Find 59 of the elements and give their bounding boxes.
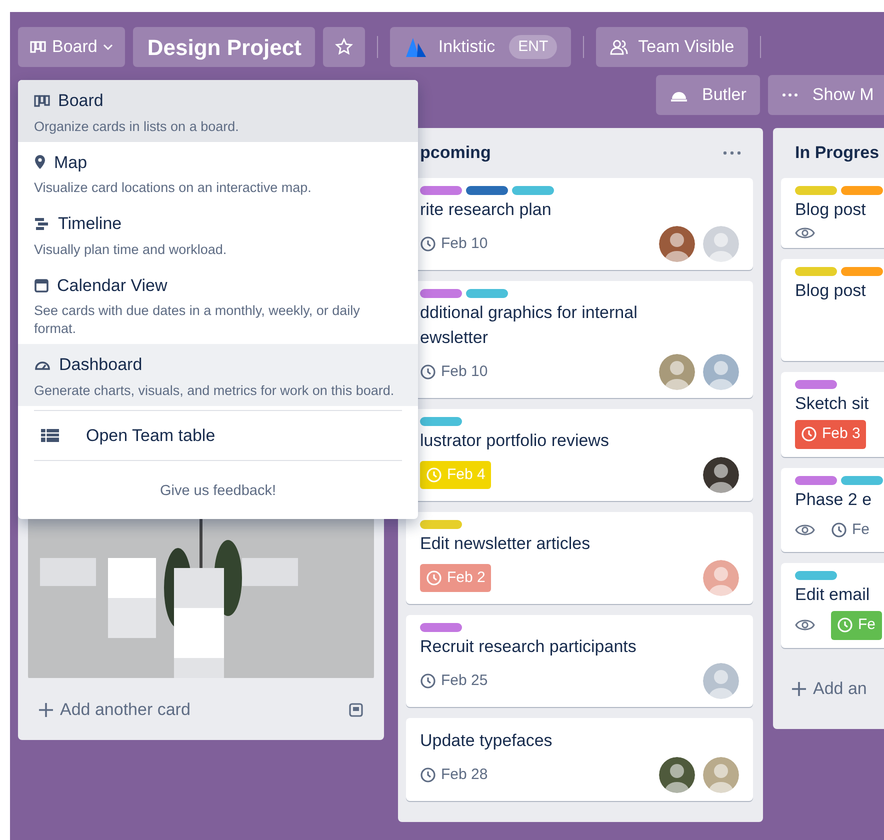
gauge-icon <box>34 358 51 371</box>
card[interactable]: Edit newsletter articles Feb 2 <box>406 512 753 604</box>
card-title: lustrator portfolio reviews <box>420 430 610 452</box>
due-date[interactable]: Feb 25 <box>420 666 494 696</box>
card-title: Sketch sit <box>795 393 870 415</box>
card-title: dditional graphics for internal ewsletter <box>420 302 638 349</box>
card-title: rite research plan <box>420 199 552 221</box>
due-date[interactable]: Feb 10 <box>420 358 494 386</box>
calendar-icon <box>34 278 49 293</box>
clock-icon <box>426 570 442 586</box>
due-date[interactable]: Fe <box>831 516 876 544</box>
map-pin-icon <box>34 154 46 170</box>
menu-item[interactable]: Dashboard Generate charts, visuals, and metrics for work on this board. <box>18 344 418 406</box>
clock-icon <box>426 467 442 483</box>
card[interactable]: Update typefaces Feb 28 <box>406 718 753 801</box>
plus-icon <box>791 680 807 696</box>
card[interactable]: Blog post <box>781 178 884 248</box>
card-title: Update typefaces <box>420 730 554 752</box>
template-icon[interactable] <box>348 702 364 718</box>
people-icon <box>610 39 628 55</box>
card-title: Recruit research participants <box>420 636 638 658</box>
clock-icon <box>420 767 436 783</box>
add-card-button[interactable]: Add another card <box>38 697 190 723</box>
clock-icon <box>420 236 436 252</box>
timeline-icon <box>34 216 50 231</box>
menu-item[interactable]: Board Organize cards in lists on a board. <box>18 80 418 142</box>
clock-icon <box>831 522 847 538</box>
menu-item[interactable]: Calendar View See cards with due dates in a monthly, weekly, or daily format. <box>18 264 418 344</box>
card-title: Edit email <box>795 584 871 606</box>
add-card-button[interactable]: Add an <box>791 676 867 702</box>
board-icon <box>30 41 46 53</box>
more-icon <box>782 93 798 97</box>
table-icon <box>40 427 60 444</box>
feedback-link[interactable]: Give us feedback! <box>160 483 276 499</box>
clock-icon <box>801 426 817 442</box>
list-title[interactable]: In Progres <box>795 140 880 166</box>
card[interactable]: Blog post <box>781 259 884 361</box>
star-button[interactable] <box>323 27 366 67</box>
card-title: Phase 2 e <box>795 488 873 510</box>
card-title: Blog post <box>795 280 867 302</box>
more-icon[interactable] <box>723 151 741 155</box>
clock-icon <box>420 364 436 380</box>
due-date[interactable]: Feb 28 <box>420 760 494 790</box>
menu-item[interactable]: Timeline Visually plan time and workload. <box>18 203 418 264</box>
card-title: Edit newsletter articles <box>420 533 592 555</box>
plus-icon <box>38 702 54 718</box>
card[interactable]: Phase 2 e Fe <box>781 468 884 552</box>
card-title: Blog post <box>795 199 867 221</box>
card[interactable]: Edit email Fe <box>781 563 884 648</box>
board-icon <box>34 94 50 107</box>
clock-icon <box>420 673 436 689</box>
list-title[interactable]: pcoming <box>420 140 491 166</box>
plan-badge: ENT <box>509 34 558 60</box>
menu-item[interactable]: Map Visualize card locations on an interactive map. <box>18 142 418 203</box>
card[interactable]: Recruit research participants Feb 25 <box>406 615 753 707</box>
caret-icon <box>103 44 114 50</box>
card[interactable]: Sketch sit Feb 3 <box>781 372 884 456</box>
clock-icon <box>837 617 853 634</box>
due-date[interactable]: Feb 10 <box>420 230 494 258</box>
